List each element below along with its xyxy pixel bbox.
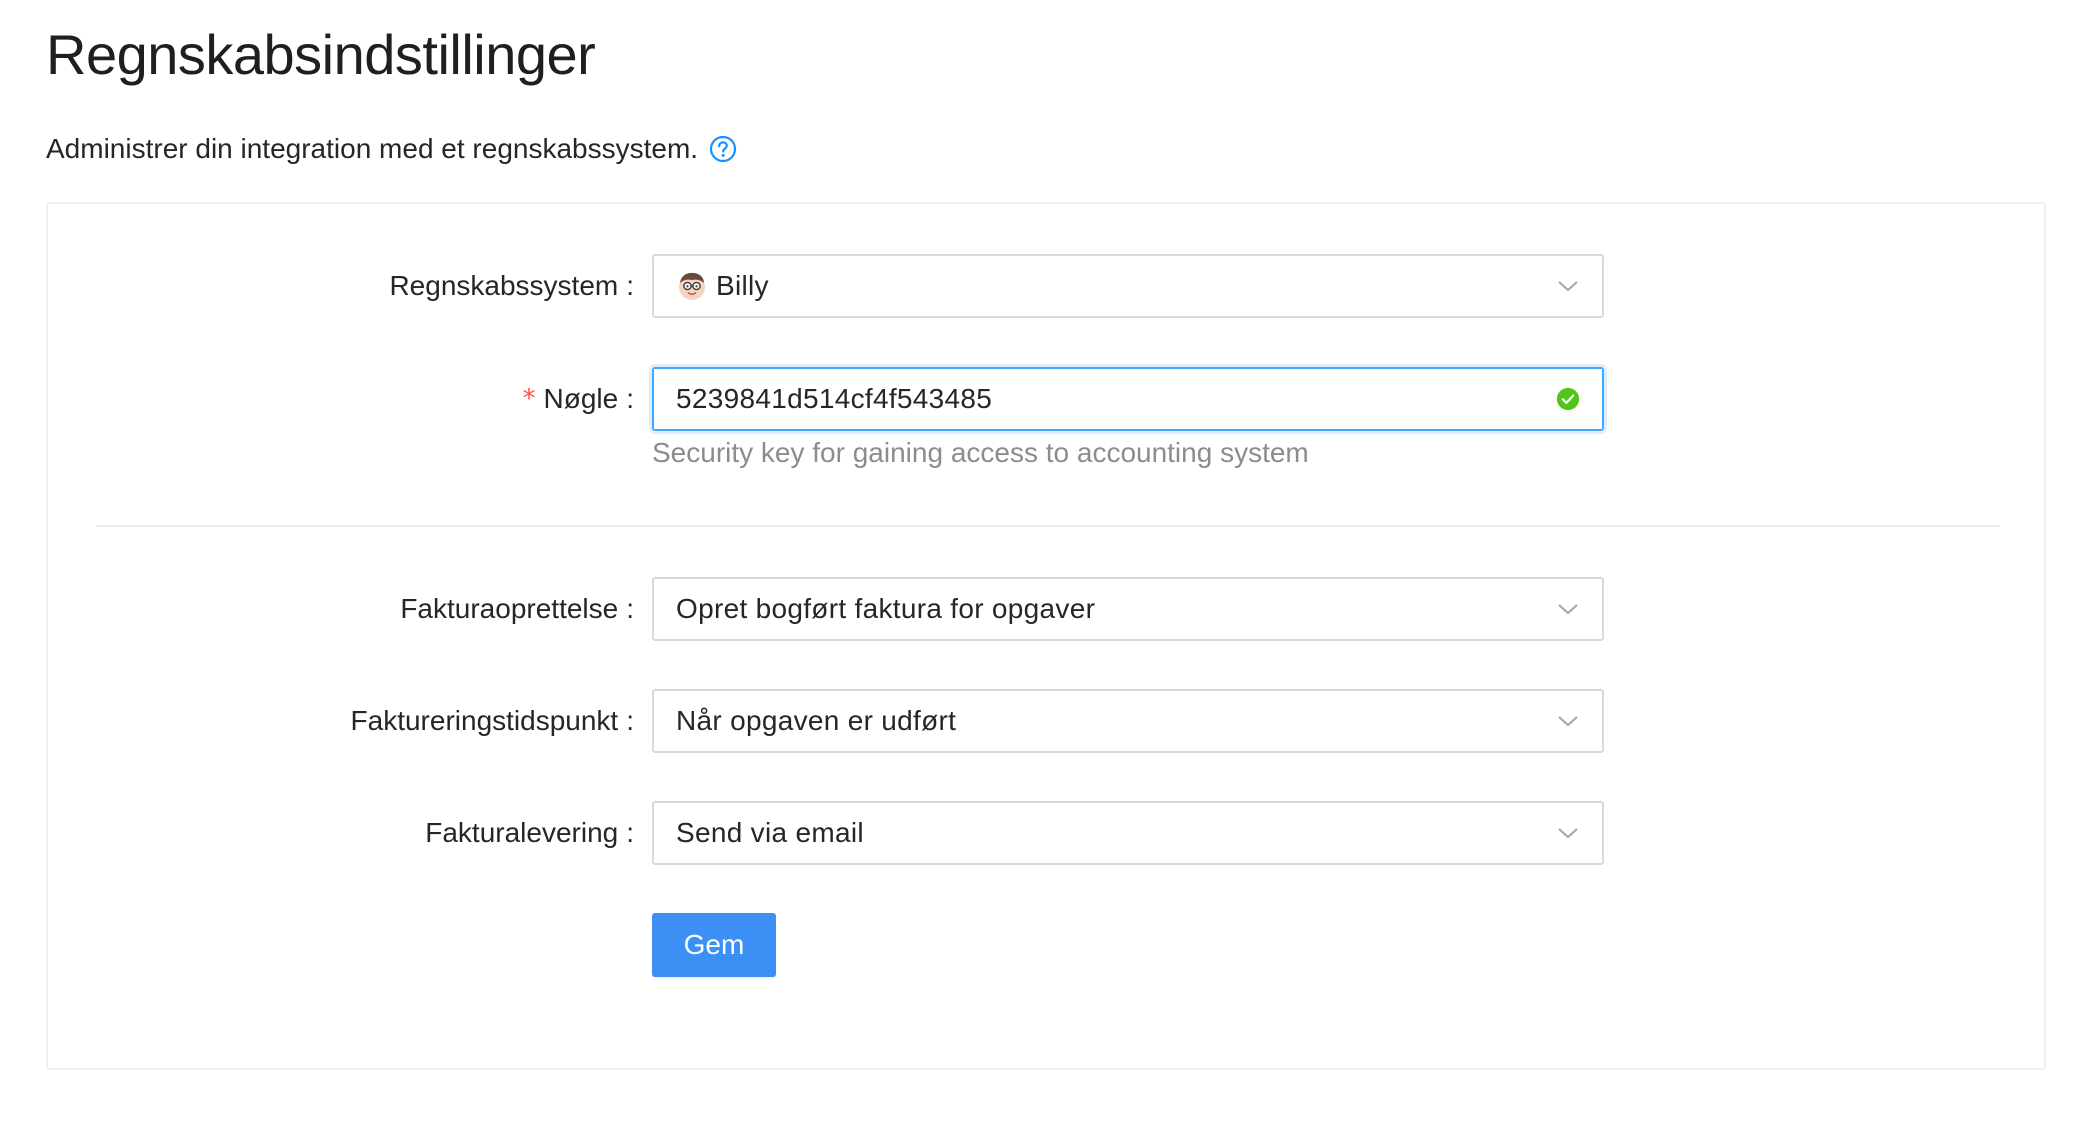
invoice-timing-select[interactable]: Når opgaven er udført: [652, 689, 1604, 753]
invoice-delivery-label: Fakturalevering :: [425, 817, 634, 848]
section-divider: [96, 525, 2000, 527]
question-circle-icon[interactable]: [708, 134, 738, 164]
invoice-creation-select[interactable]: Opret bogført faktura for opgaver: [652, 577, 1604, 641]
page-subtitle: Administrer din integration med et regns…: [46, 133, 738, 165]
settings-card: Regnskabssystem : Billy * Nøgle: 523984…: [46, 202, 2046, 1070]
check-circle-icon: [1556, 387, 1580, 411]
form-row-invoice-timing: Faktureringstidspunkt : Når opgaven er u…: [48, 689, 2044, 753]
page-subtitle-text: Administrer din integration med et regns…: [46, 133, 699, 164]
invoice-creation-value: Opret bogført faktura for opgaver: [676, 593, 1096, 624]
key-input[interactable]: 5239841d514cf4f543485: [652, 367, 1604, 431]
invoice-creation-label: Fakturaoprettelse :: [400, 593, 634, 624]
accounting-system-label: Regnskabssystem :: [389, 270, 634, 301]
key-help-text: Security key for gaining access to accou…: [652, 437, 1309, 468]
form-row-key: * Nøgle : 5239841d514cf4f543485: [48, 367, 2044, 431]
accounting-system-select[interactable]: Billy: [652, 254, 1604, 318]
key-input-value: 5239841d514cf4f543485: [676, 383, 993, 414]
chevron-down-icon: [1556, 274, 1580, 298]
accounting-system-value: Billy: [716, 270, 769, 301]
page-title: Regnskabsindstillinger: [46, 23, 596, 86]
chevron-down-icon: [1556, 821, 1580, 845]
save-button[interactable]: Gem: [652, 913, 776, 977]
required-mark: *: [522, 384, 536, 414]
invoice-delivery-value: Send via email: [676, 817, 864, 848]
chevron-down-icon: [1556, 597, 1580, 621]
form-row-invoice-creation: Fakturaoprettelse : Opret bogført faktur…: [48, 577, 2044, 641]
form-row-accounting-system: Regnskabssystem : Billy: [48, 254, 2044, 318]
key-label: * Nøgle :: [522, 383, 634, 414]
invoice-timing-value: Når opgaven er udført: [676, 705, 957, 736]
form-row-invoice-delivery: Fakturalevering : Send via email: [48, 801, 2044, 865]
chevron-down-icon: [1556, 709, 1580, 733]
invoice-timing-label: Faktureringstidspunkt :: [350, 705, 634, 736]
invoice-delivery-select[interactable]: Send via email: [652, 801, 1604, 865]
billy-avatar-icon: [676, 270, 708, 302]
